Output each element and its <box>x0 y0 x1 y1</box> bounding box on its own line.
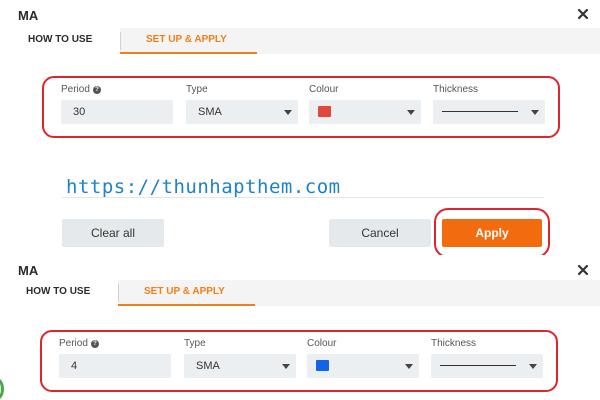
colour-swatch <box>318 106 331 117</box>
type-select[interactable]: SMA <box>184 354 296 378</box>
chevron-down-icon <box>529 364 537 369</box>
colour-label: Colour <box>307 338 337 349</box>
tab-setup-apply[interactable]: SET UP & APPLY <box>120 28 257 54</box>
ma-settings-panel-second: MA HOW TO USE SET UP & APPLY Period? 4 T… <box>0 255 600 400</box>
settings-highlight-box: Period? 4 Type SMA Colour Thickness <box>40 330 558 392</box>
thickness-line-sample <box>440 365 516 366</box>
colour-select[interactable] <box>307 354 419 378</box>
close-icon[interactable] <box>576 7 590 21</box>
info-icon: ? <box>90 340 99 348</box>
type-select[interactable]: SMA <box>186 100 298 124</box>
info-icon: ? <box>92 86 101 94</box>
tab-how-to-use[interactable]: HOW TO USE <box>0 28 120 54</box>
tab-setup-apply[interactable]: SET UP & APPLY <box>118 280 255 306</box>
watermark-url: https://thunhapthem.com <box>66 176 341 198</box>
chevron-down-icon <box>531 110 539 115</box>
tab-how-to-use[interactable]: HOW TO USE <box>0 280 120 306</box>
type-label: Type <box>184 338 206 349</box>
close-icon[interactable] <box>576 263 590 277</box>
thickness-label: Thickness <box>433 84 479 95</box>
thickness-select[interactable] <box>433 100 545 124</box>
thickness-label: Thickness <box>431 338 477 349</box>
tab-bar: HOW TO USE SET UP & APPLY <box>0 280 600 306</box>
tab-divider <box>118 284 119 302</box>
period-label: Period? <box>59 338 99 349</box>
tab-bar: HOW TO USE SET UP & APPLY <box>0 28 600 54</box>
panel-title: MA <box>18 263 39 278</box>
chevron-down-icon <box>282 364 290 369</box>
type-label: Type <box>186 84 208 95</box>
apply-button[interactable]: Apply <box>442 219 542 247</box>
cancel-button[interactable]: Cancel <box>329 219 431 247</box>
apply-highlight-box: Apply <box>434 208 550 258</box>
settings-highlight-box: Period? 30 Type SMA Colour Thickness <box>42 76 560 138</box>
chevron-down-icon <box>407 110 415 115</box>
type-value: SMA <box>198 106 222 118</box>
period-input[interactable]: 30 <box>61 100 173 124</box>
colour-select[interactable] <box>309 100 421 124</box>
footer-separator <box>62 197 544 198</box>
panel-title: MA <box>18 8 39 23</box>
clear-all-button[interactable]: Clear all <box>62 219 164 247</box>
tab-divider <box>120 32 121 50</box>
chevron-down-icon <box>284 110 292 115</box>
period-label: Period? <box>61 84 101 95</box>
ma-settings-panel: MA HOW TO USE SET UP & APPLY Period? 30 … <box>0 0 600 258</box>
colour-swatch <box>316 360 329 371</box>
thickness-line-sample <box>442 111 518 112</box>
chevron-down-icon <box>405 364 413 369</box>
period-input[interactable]: 4 <box>59 354 171 378</box>
thickness-select[interactable] <box>431 354 543 378</box>
type-value: SMA <box>196 360 220 372</box>
colour-label: Colour <box>309 84 339 95</box>
